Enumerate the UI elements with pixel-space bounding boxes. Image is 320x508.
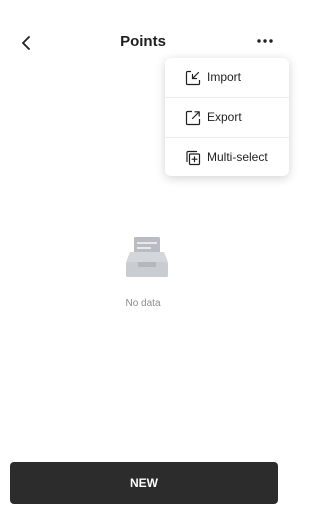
menu-item-label: Multi-select [207, 150, 268, 164]
empty-inbox-icon [126, 237, 168, 277]
menu-item-label: Export [207, 110, 242, 124]
import-icon [184, 69, 201, 86]
empty-state-text: No data [125, 298, 161, 309]
points-screen: Points Import Export Multi-select No dat… [0, 0, 289, 508]
new-button[interactable]: NEW [10, 462, 278, 504]
menu-item-export[interactable]: Export [165, 98, 289, 137]
more-horizontal-icon [257, 39, 273, 43]
more-menu: Import Export Multi-select [165, 58, 289, 176]
more-button[interactable] [250, 29, 280, 53]
menu-item-label: Import [207, 70, 242, 84]
menu-item-import[interactable]: Import [165, 58, 289, 97]
chevron-left-icon [22, 36, 30, 50]
export-icon [184, 109, 201, 126]
page-title: Points [120, 33, 166, 50]
multi-select-icon [184, 149, 201, 166]
empty-state: No data [0, 236, 286, 316]
back-button[interactable] [12, 29, 40, 57]
menu-item-multi-select[interactable]: Multi-select [165, 138, 289, 176]
